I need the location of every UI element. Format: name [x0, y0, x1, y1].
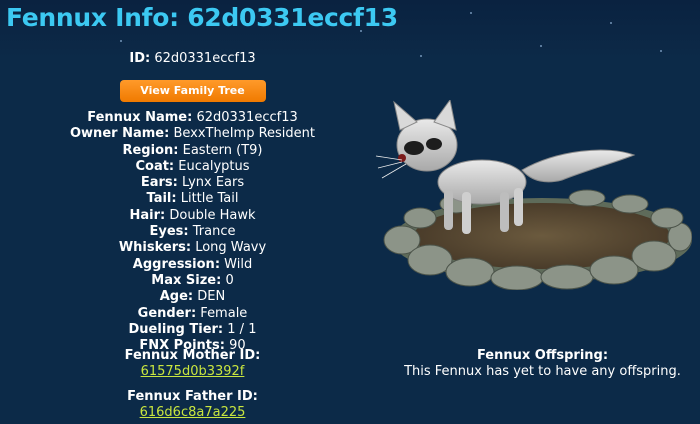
detail-label: Region: [122, 142, 179, 158]
detail-row: Ears: Lynx Ears [0, 175, 385, 191]
detail-row: Max Size: 0 [0, 273, 385, 289]
detail-label: Coat: [135, 158, 175, 174]
mother-block: Fennux Mother ID: 61575d0b3392f [0, 348, 385, 380]
detail-label: Whiskers: [118, 240, 192, 256]
mother-id-link[interactable]: 61575d0b3392f [141, 364, 245, 379]
offspring-text: This Fennux has yet to have any offsprin… [404, 364, 681, 379]
detail-row: Eyes: Trance [0, 224, 385, 240]
detail-value: DEN [197, 289, 226, 305]
detail-row: Whiskers: Long Wavy [0, 240, 385, 256]
detail-value: Lynx Ears [182, 175, 245, 191]
detail-row: Coat: Eucalyptus [0, 159, 385, 175]
detail-label: Fennux Name: [87, 110, 193, 125]
detail-label: Gender: [137, 305, 197, 321]
detail-row: Fennux Name: 62d0331eccf13 [0, 110, 385, 126]
detail-value: Eastern (T9) [182, 142, 263, 158]
detail-label: Owner Name: [70, 126, 170, 142]
detail-label: Max Size: [151, 272, 222, 288]
detail-value: Double Hawk [169, 207, 256, 223]
detail-value: BexxTheImp Resident [173, 126, 315, 142]
father-id-link[interactable]: 616d6c8a7a225 [140, 405, 246, 420]
detail-row: Aggression: Wild [0, 257, 385, 273]
detail-value: Eucalyptus [178, 158, 250, 174]
detail-label: Tail: [146, 191, 177, 207]
detail-value: 0 [225, 272, 234, 288]
detail-label: Hair: [129, 207, 166, 223]
father-block: Fennux Father ID: 616d6c8a7a225 [0, 389, 385, 421]
detail-label: Ears: [140, 175, 178, 191]
detail-value: Female [200, 305, 248, 321]
detail-value: Little Tail [180, 191, 239, 207]
detail-row: Tail: Little Tail [0, 191, 385, 207]
fennux-summary: ID: 62d0331eccf13 View Family Tree Fennu… [0, 50, 385, 354]
father-label: Fennux Father ID: [127, 389, 258, 404]
detail-row: Region: Eastern (T9) [0, 143, 385, 159]
detail-row: Age: DEN [0, 289, 385, 305]
detail-value: Wild [224, 256, 253, 272]
offspring-block: Fennux Offspring: This Fennux has yet to… [385, 348, 700, 380]
detail-value: 1 / 1 [227, 321, 257, 337]
detail-value: Trance [192, 224, 236, 240]
stone-ring [383, 189, 692, 290]
detail-label: Eyes: [149, 224, 189, 240]
detail-row: Hair: Double Hawk [0, 208, 385, 224]
detail-label: Aggression: [132, 256, 221, 272]
id-value: 62d0331eccf13 [154, 51, 256, 66]
detail-value: 62d0331eccf13 [196, 110, 298, 125]
view-family-tree-button[interactable]: View Family Tree [119, 80, 266, 102]
mother-label: Fennux Mother ID: [124, 348, 261, 363]
detail-row: Gender: Female [0, 306, 385, 322]
detail-row: Dueling Tier: 1 / 1 [0, 322, 385, 338]
id-line: ID: 62d0331eccf13 [0, 50, 385, 68]
detail-row: Owner Name: BexxTheImp Resident [0, 126, 385, 142]
offspring-label: Fennux Offspring: [476, 348, 609, 363]
detail-label: Dueling Tier: [128, 321, 224, 337]
page-title: Fennux Info: 62d0331eccf13 [6, 3, 398, 32]
id-label: ID: [129, 51, 151, 66]
detail-label: Age: [159, 289, 194, 305]
fennux-details: Fennux Name: 62d0331eccf13 Owner Name: B… [0, 110, 385, 354]
fennux-portrait [375, 100, 692, 290]
detail-value: Long Wavy [195, 240, 267, 256]
